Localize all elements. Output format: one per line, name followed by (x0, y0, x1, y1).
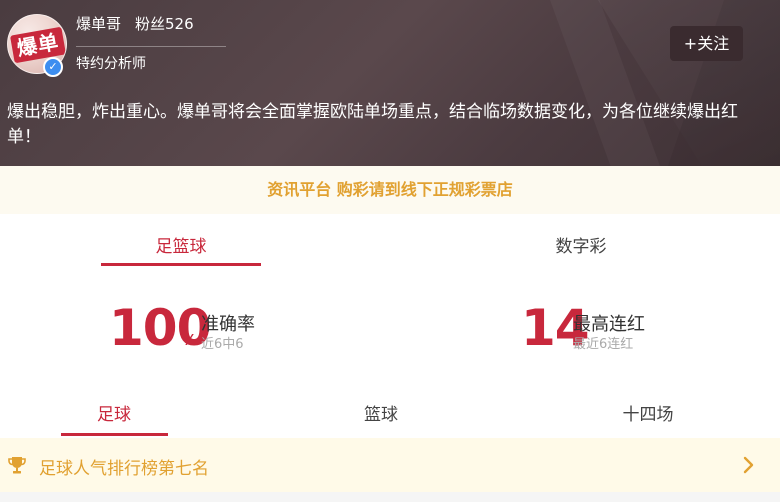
tab-football-basketball[interactable]: 足篮球 (101, 232, 261, 257)
subtab-active-indicator (61, 433, 168, 436)
trophy-icon (8, 457, 26, 474)
streak-sub: 最近6连红 (573, 337, 634, 352)
fans-count: 粉丝526 (135, 15, 194, 33)
follow-button[interactable]: +关注 (670, 26, 743, 61)
accuracy-unit: % (182, 331, 198, 349)
name-row: 爆单哥 粉丝526 (76, 13, 194, 34)
profile-intro: 爆出稳胆，炸出重心。爆单哥将会全面掌握欧陆单场重点，结合临场数据变化，为各位继续… (7, 102, 738, 147)
subtab-football[interactable]: 足球 (59, 400, 169, 425)
bottom-divider (0, 492, 780, 502)
user-name: 爆单哥 (76, 15, 122, 33)
user-title: 特约分析师 (76, 56, 146, 72)
verified-badge-icon: ✓ (43, 57, 63, 77)
subtab-basketball[interactable]: 篮球 (326, 400, 436, 425)
subtab-fourteen[interactable]: 十四场 (593, 400, 703, 425)
chevron-right-icon[interactable] (742, 455, 756, 475)
tab-active-indicator (101, 263, 261, 266)
tab-digital-lottery[interactable]: 数字彩 (501, 232, 661, 257)
divider (76, 46, 226, 47)
ranking-text: 足球人气排行榜第七名 (39, 459, 209, 479)
notice-bar: 资讯平台 购彩请到线下正规彩票店 (0, 166, 780, 214)
accuracy-sub: 近6中6 (201, 337, 244, 352)
ranking-banner[interactable]: 足球人气排行榜第七名 (0, 438, 780, 492)
profile-header: 爆单 ✓ 爆单哥 粉丝526 特约分析师 +关注 爆出稳胆，炸出重心。爆单哥将会全… (0, 0, 780, 166)
